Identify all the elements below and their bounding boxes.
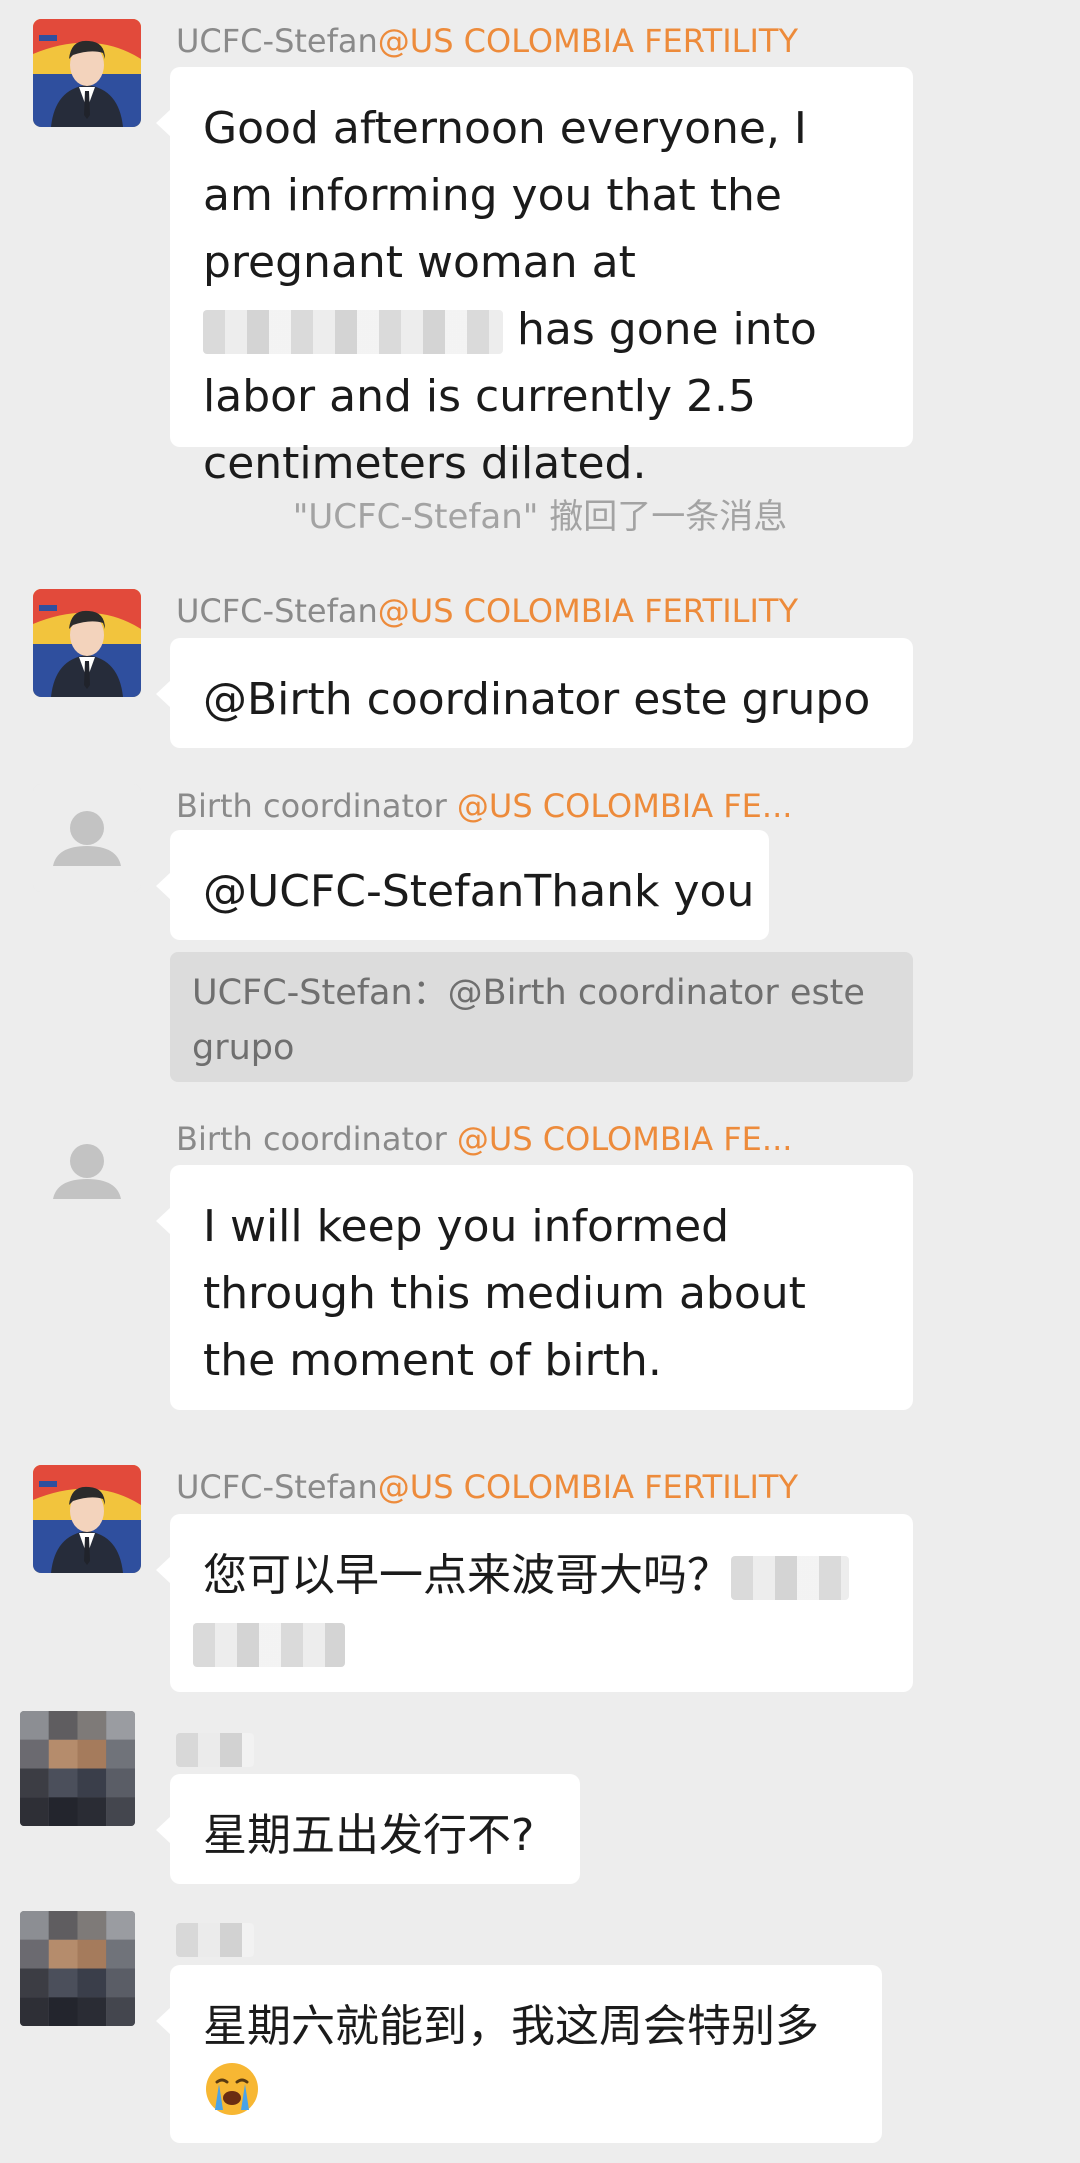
pixelated-photo-avatar-icon [20,1711,135,1826]
system-text: "UCFC-Stefan" 撤回了一条消息 [292,497,788,537]
message-bubble[interactable]: 星期六就能到，我这周会特别多 [156,1965,882,2143]
message-text: @UCFC-StefanThank you [203,866,755,917]
avatar[interactable] [33,19,141,127]
suited-man-avatar-icon [33,19,141,127]
message-text: @Birth coordinator este grupo [203,674,871,725]
sender-name[interactable]: Birth coordinator [176,1120,447,1158]
message-bubble[interactable]: @Birth coordinator este grupo [156,638,913,748]
sender-name[interactable]: UCFC-Stefan [176,22,378,60]
sender-line: UCFC-Stefan@US COLOMBIA FERTILITY [176,1467,798,1507]
sender-line [176,1918,254,1958]
default-person-icon [33,1117,141,1225]
sender-line: Birth coordinator @US COLOMBIA FE... [176,786,792,826]
sender-org: @US COLOMBIA FE... [456,787,793,825]
message-bubble[interactable]: 您可以早一点来波哥大吗？ [156,1514,913,1692]
message-bubble[interactable]: 星期五出发行不? [156,1774,580,1884]
sender-org: @US COLOMBIA FE... [456,1120,793,1158]
redacted-text [193,1623,345,1667]
message-text: Good afternoon everyone, I am informing … [203,103,807,288]
suited-man-avatar-icon [33,589,141,697]
avatar[interactable] [20,1911,135,2026]
message-text: 星期五出发行不? [203,1810,535,1861]
suited-man-avatar-icon [33,1465,141,1573]
avatar[interactable] [20,1711,135,1826]
redacted-text [731,1556,849,1600]
redacted-sender-name [176,1923,254,1957]
sender-line: UCFC-Stefan@US COLOMBIA FERTILITY [176,21,798,61]
quoted-message[interactable]: UCFC-Stefan：@Birth coordinator este grup… [170,952,913,1082]
sender-name[interactable]: UCFC-Stefan [176,592,378,630]
avatar[interactable] [33,589,141,697]
message-bubble[interactable]: @UCFC-StefanThank you [156,830,769,940]
pixelated-photo-avatar-icon [20,1911,135,2026]
redacted-text [203,310,503,354]
default-person-icon [33,784,141,892]
message-bubble[interactable]: Good afternoon everyone, I am informing … [156,67,913,489]
sender-name[interactable]: UCFC-Stefan [176,1468,378,1506]
sender-line: UCFC-Stefan@US COLOMBIA FERTILITY [176,591,798,631]
sender-org: @US COLOMBIA FERTILITY [377,1468,799,1506]
sender-name[interactable]: Birth coordinator [176,787,447,825]
loudly-crying-face-icon [203,2060,261,2137]
message-bubble[interactable]: I will keep you informed through this me… [156,1165,913,1410]
sender-line [176,1728,254,1768]
redacted-sender-name [176,1733,254,1767]
avatar[interactable] [33,1465,141,1573]
sender-org: @US COLOMBIA FERTILITY [377,592,799,630]
message-text: 星期六就能到，我这周会特别多 [203,2001,819,2052]
quoted-text: UCFC-Stefan：@Birth coordinator este grup… [192,973,865,1068]
sender-org: @US COLOMBIA FERTILITY [377,22,799,60]
avatar[interactable] [33,784,141,892]
avatar[interactable] [33,1117,141,1225]
recalled-message-notice: "UCFC-Stefan" 撤回了一条消息 [0,497,1080,537]
message-text: 您可以早一点来波哥大吗？ [203,1550,731,1601]
message-text: I will keep you informed through this me… [203,1201,806,1386]
sender-line: Birth coordinator @US COLOMBIA FE... [176,1119,792,1159]
